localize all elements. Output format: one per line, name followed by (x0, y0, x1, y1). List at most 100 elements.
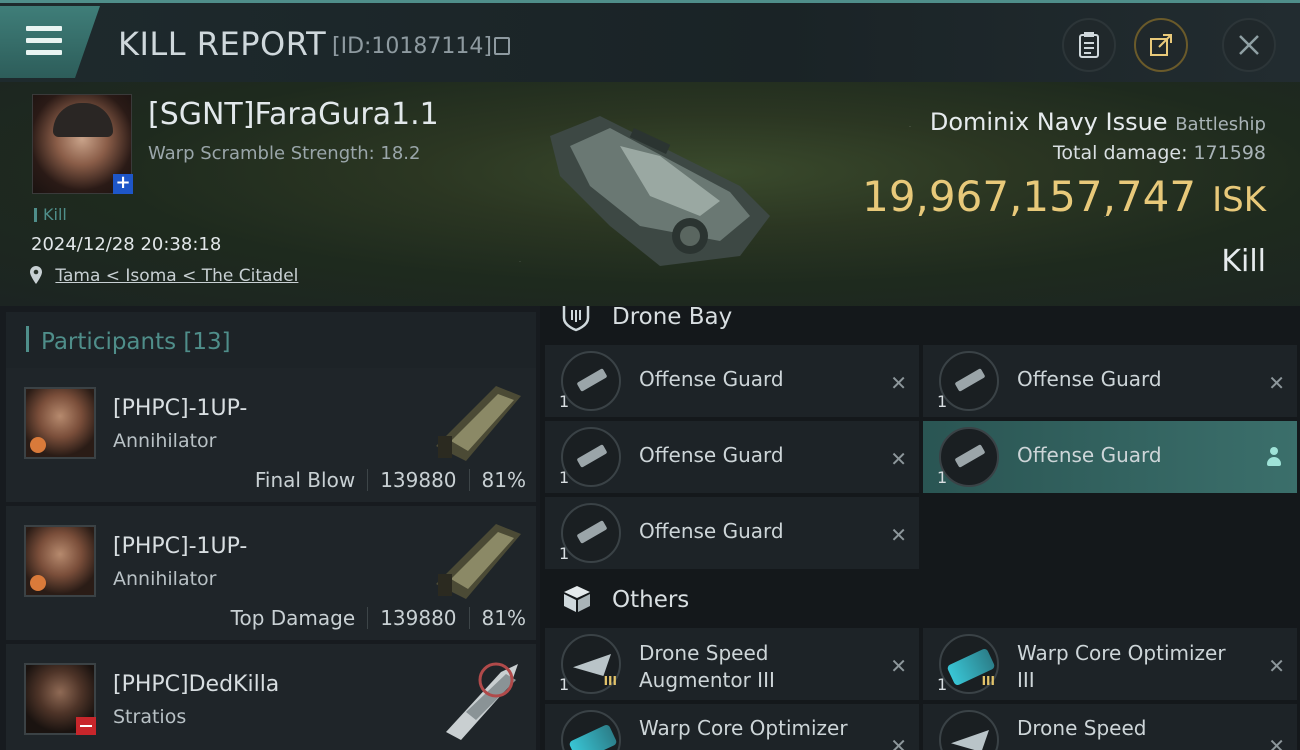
remove-icon[interactable]: ✕ (890, 447, 907, 471)
ship-class: Battleship (1175, 114, 1266, 135)
optimizer-shape (568, 723, 618, 750)
participant-avatar[interactable] (24, 525, 96, 597)
participant-role: Final Blow (254, 468, 356, 492)
participants-label: Participants [13] (41, 329, 231, 355)
other-item[interactable]: III 1 Warp Core Optimizer III ✕ (923, 628, 1297, 700)
item-name-line: Warp Core Optimizer (1017, 641, 1226, 665)
drone-item[interactable]: 1 Offense Guard ✕ (545, 497, 919, 569)
drone-item[interactable]: 1 Offense Guard ✕ (923, 345, 1297, 417)
other-item[interactable]: III 1 Drone Speed Augmentor III ✕ (545, 628, 919, 700)
warp-core-optimizer-icon: III (939, 634, 999, 694)
remove-icon[interactable]: ✕ (1268, 371, 1285, 395)
participant-ship: Annihilator (113, 430, 217, 452)
participant-row[interactable]: [PHPC]-1UP- Annihilator Top Damage 139880… (6, 506, 536, 640)
total-damage-value: 171598 (1193, 142, 1266, 164)
other-item[interactable]: Drone Speed ✕ (923, 704, 1297, 750)
drone-icon (561, 503, 621, 563)
warp-core-optimizer-icon (561, 710, 621, 750)
report-id: [ID:10187114] (332, 34, 492, 59)
menu-icon (26, 26, 62, 31)
page-title: KILL REPORT (118, 25, 327, 63)
tier-badge: III (603, 674, 617, 688)
person-icon[interactable] (1265, 447, 1283, 467)
participant-damage: 139880 (380, 606, 457, 630)
participants-panel: Participants [13] [PHPC]-1UP- Annihilato… (0, 306, 540, 750)
isk-value: 19,967,157,747 ISK (862, 172, 1266, 221)
participant-damage: 139880 (380, 468, 457, 492)
item-name-line: Augmentor III (639, 668, 775, 692)
add-contact-button[interactable]: + (113, 174, 133, 194)
share-button[interactable] (1134, 18, 1188, 72)
kill-location[interactable]: Tama < Isoma < The Citadel (30, 266, 298, 286)
location-pin-icon (30, 266, 42, 284)
clipboard-button[interactable] (1062, 18, 1116, 72)
victim-banner: + [SGNT]FaraGura1.1 Warp Scramble Streng… (0, 82, 1300, 306)
drone-item[interactable]: 1 Offense Guard ✕ (545, 345, 919, 417)
participant-name: [PHPC]-1UP- (113, 534, 248, 559)
remove-icon[interactable]: ✕ (890, 734, 907, 750)
stat-separator (468, 607, 470, 629)
participant-role: Top Damage (230, 606, 356, 630)
remove-icon[interactable]: ✕ (890, 523, 907, 547)
victim-ship-type: Dominix Navy Issue Battleship (930, 108, 1266, 136)
stat-separator (468, 469, 470, 491)
participants-header[interactable]: Participants [13] (6, 312, 536, 368)
location-link[interactable]: Tama < Isoma < The Citadel (55, 266, 298, 286)
drone-icon (939, 351, 999, 411)
drone-shape (954, 444, 986, 468)
menu-icon-bar (26, 50, 62, 55)
warp-scramble-strength: Warp Scramble Strength: 18.2 (148, 143, 421, 164)
drone-item-selected[interactable]: 1 Offense Guard (923, 421, 1297, 493)
result-label: Kill (1221, 244, 1266, 279)
close-button[interactable] (1222, 18, 1276, 72)
participant-row[interactable]: [PHPC]DedKilla Stratios (6, 644, 536, 750)
header-accent (26, 326, 29, 352)
copy-icon[interactable] (494, 37, 510, 55)
remove-icon[interactable]: ✕ (1268, 654, 1285, 678)
participant-name: [PHPC]DedKilla (113, 672, 280, 697)
item-quantity: 1 (937, 675, 948, 694)
other-item[interactable]: Warp Core Optimizer ✕ (545, 704, 919, 750)
tier-badge: III (981, 674, 995, 688)
drone-shape (576, 520, 608, 544)
person-head (1270, 447, 1278, 455)
item-quantity: 1 (559, 468, 570, 487)
item-name: Drone Speed Augmentor III (639, 640, 775, 694)
item-quantity: 1 (559, 675, 570, 694)
drone-shape (954, 368, 986, 392)
item-quantity: 1 (937, 468, 948, 487)
drone-shape (576, 444, 608, 468)
drone-icon (939, 427, 999, 487)
remove-icon[interactable]: ✕ (890, 654, 907, 678)
total-damage-label: Total damage: (1053, 142, 1188, 164)
drone-shape (576, 368, 608, 392)
drone-bay-icon (562, 306, 590, 332)
item-name-line: III (1017, 668, 1035, 692)
remove-icon[interactable]: ✕ (890, 371, 907, 395)
participant-avatar[interactable] (24, 663, 96, 735)
item-name: Warp Core Optimizer (639, 716, 848, 740)
item-name: Drone Speed (1017, 716, 1147, 740)
victim-ship-image (550, 116, 770, 266)
augmentor-shape (573, 654, 611, 676)
participant-row[interactable]: [PHPC]-1UP- Annihilator Final Blow 139880… (6, 368, 536, 502)
cube-icon (564, 586, 590, 612)
victim-name[interactable]: [SGNT]FaraGura1.1 (148, 97, 439, 132)
kill-tag: Kill (34, 205, 67, 224)
menu-icon-bar (26, 38, 62, 43)
participant-avatar[interactable] (24, 387, 96, 459)
menu-button[interactable] (0, 6, 100, 78)
negative-standing-icon (76, 717, 96, 735)
total-damage: Total damage: 171598 (1053, 142, 1266, 164)
ship-name[interactable]: Dominix Navy Issue (930, 108, 1168, 136)
header-bar: KILL REPORT [ID:10187114] (0, 0, 1300, 82)
participant-ship-image (446, 662, 518, 740)
avatar-hat (53, 103, 113, 137)
corp-emblem (30, 575, 46, 591)
participant-name: [PHPC]-1UP- (113, 396, 248, 421)
clipboard-icon (1079, 32, 1099, 58)
item-name: Offense Guard (639, 367, 784, 391)
participant-ship-image (436, 386, 521, 461)
drone-item[interactable]: 1 Offense Guard ✕ (545, 421, 919, 493)
remove-icon[interactable]: ✕ (1268, 734, 1285, 750)
